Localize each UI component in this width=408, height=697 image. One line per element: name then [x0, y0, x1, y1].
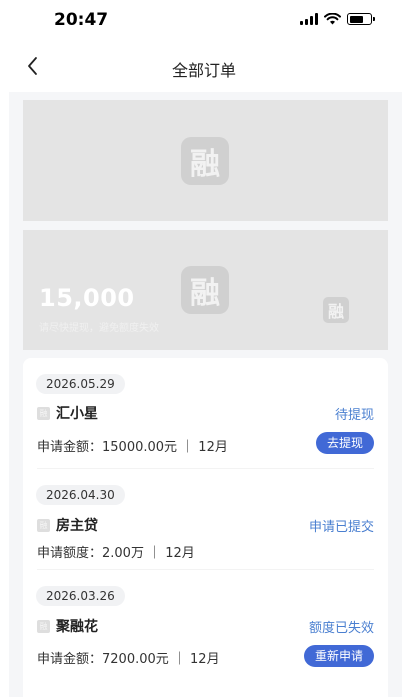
product-name: 汇小星 — [56, 406, 98, 422]
product: 融 汇小星 — [37, 403, 98, 423]
order-status: 申请已提交 — [308, 520, 374, 535]
order-status: 待提现 — [334, 408, 374, 423]
status-bar: 20:47 — [0, 0, 408, 44]
order-date: 2026.03.26 — [36, 586, 125, 606]
order-list: 2026.05.29 融 汇小星 待提现 申请金额：15000.00元 ｜ 12… — [23, 358, 388, 697]
order-info: 申请额度：2.00万 ｜ 12月 — [37, 546, 195, 561]
promo-amount: 15,000 — [39, 284, 135, 312]
product-name: 房主贷 — [56, 518, 98, 534]
order-info: 申请金额：15000.00元 ｜ 12月 — [37, 440, 228, 455]
product-logo-icon: 融 — [37, 406, 50, 420]
status-icons — [300, 13, 375, 25]
product: 融 聚融花 — [37, 616, 98, 636]
app-logo-icon: 融 — [181, 137, 229, 185]
promo-subtitle: 请尽快提现，避免额度失效 — [39, 323, 159, 334]
banner-ad-2[interactable]: 15,000 请尽快提现，避免额度失效 融 融 — [23, 230, 388, 350]
order-date: 2026.04.30 — [36, 485, 125, 505]
order-date: 2026.05.29 — [36, 374, 125, 394]
wifi-icon — [324, 13, 341, 25]
product-name: 聚融花 — [56, 619, 98, 635]
battery-icon — [347, 13, 375, 25]
order-status: 额度已失效 — [308, 621, 374, 636]
divider — [37, 468, 374, 469]
product-logo-icon: 融 — [37, 518, 50, 532]
divider — [37, 569, 374, 570]
product-logo-icon: 融 — [37, 619, 50, 633]
app-logo-icon: 融 — [181, 266, 229, 314]
signal-icon — [300, 13, 318, 25]
orders-page: 融 15,000 请尽快提现，避免额度失效 融 融 2026.05.29 融 汇… — [9, 92, 402, 697]
reapply-button[interactable]: 重新申请 — [303, 645, 374, 667]
status-time: 20:47 — [54, 10, 109, 30]
product: 融 房主贷 — [37, 515, 98, 535]
banner-ad-1[interactable]: 融 — [23, 100, 388, 221]
nav-bar: 全部订单 — [0, 44, 408, 90]
app-logo-small-icon: 融 — [323, 297, 349, 323]
order-info: 申请金额：7200.00元 ｜ 12月 — [37, 652, 220, 667]
withdraw-button[interactable]: 去提现 — [315, 432, 374, 454]
page-title: 全部订单 — [171, 61, 236, 80]
